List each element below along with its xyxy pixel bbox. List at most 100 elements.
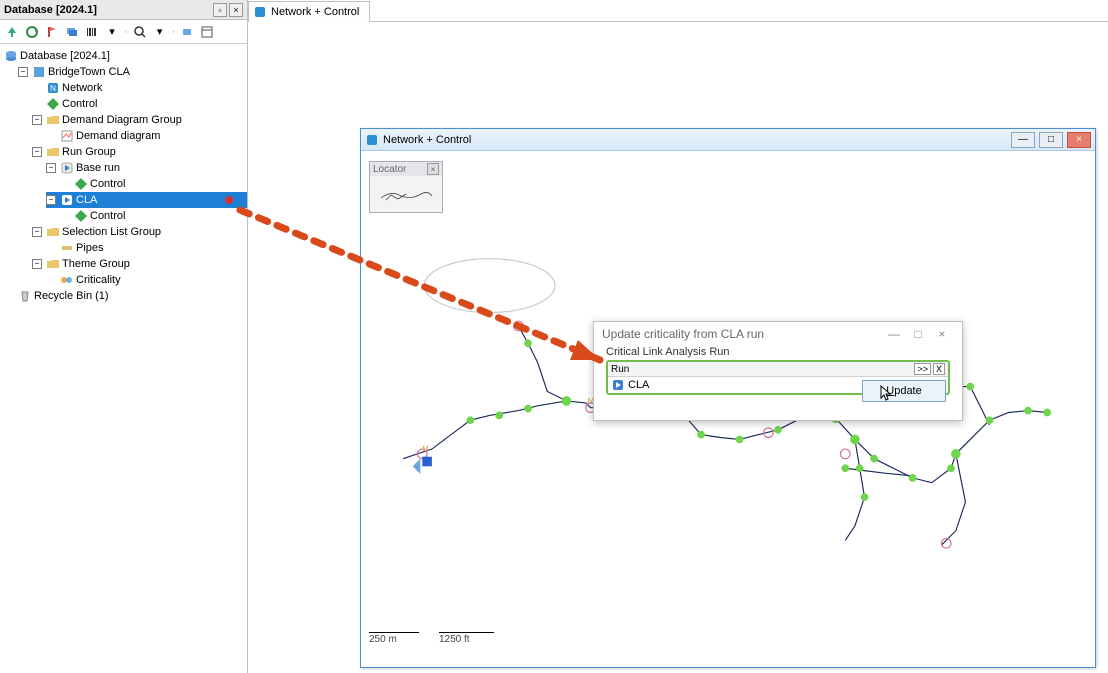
network-control-window: Network + Control — □ × <box>360 128 1096 668</box>
run-box-clear-button[interactable]: X <box>933 363 945 375</box>
update-button[interactable]: Update <box>862 380 946 402</box>
toolbar-barcode-icon[interactable] <box>84 24 100 40</box>
database-tree: Database [2024.1] − BridgeTown CLA N Netw… <box>0 44 247 304</box>
tree-pipes-label: Pipes <box>76 242 104 254</box>
modified-indicator-icon <box>225 196 233 204</box>
run-box-label: Run <box>611 364 629 375</box>
tree-selection-group-label: Selection List Group <box>62 226 161 238</box>
run-icon <box>60 161 74 175</box>
svg-text:M: M <box>422 444 428 453</box>
locator-close-button[interactable]: × <box>427 163 439 175</box>
collapse-toggle[interactable]: − <box>32 227 42 237</box>
cursor-icon <box>880 385 894 403</box>
toolbar-window-icon[interactable] <box>199 24 215 40</box>
database-icon <box>4 49 18 63</box>
tree-network[interactable]: N Network <box>32 80 247 96</box>
folder-icon <box>46 257 60 271</box>
locator-thumbnail[interactable] <box>370 176 442 212</box>
tree-run-group[interactable]: − Run Group <box>32 144 247 160</box>
dialog-titlebar[interactable]: Update criticality from CLA run — □ × <box>594 322 962 346</box>
toolbar-layers-icon[interactable] <box>64 24 80 40</box>
main-area: Network + Control Network + Control — □ … <box>248 0 1108 673</box>
toolbar-up-icon[interactable] <box>4 24 20 40</box>
scale-metric: 250 m <box>369 632 419 645</box>
collapse-toggle[interactable]: − <box>18 67 28 77</box>
dialog-group-label: Critical Link Analysis Run <box>606 346 950 358</box>
network-icon: N <box>46 81 60 95</box>
locator-panel[interactable]: Locator × <box>369 161 443 213</box>
run-item-label: CLA <box>628 379 649 391</box>
tree-cla[interactable]: − CLA <box>46 192 247 208</box>
network-icon <box>365 133 379 147</box>
tree-control2[interactable]: Control <box>60 176 247 192</box>
svg-text:N: N <box>50 84 56 93</box>
toolbar-dropdown2-icon[interactable]: ▾ <box>152 24 168 40</box>
tree-control2-label: Control <box>90 178 125 190</box>
tree-demand-diagram-label: Demand diagram <box>76 130 160 142</box>
run-box-expand-button[interactable]: >> <box>914 363 931 375</box>
tree-pipes[interactable]: Pipes <box>46 240 247 256</box>
main-tab-network-control[interactable]: Network + Control <box>248 1 370 22</box>
scale-imperial: 1250 ft <box>439 632 494 645</box>
collapse-toggle[interactable]: − <box>32 147 42 157</box>
folder-icon <box>46 145 60 159</box>
toolbar-dropdown-icon[interactable]: ▾ <box>104 24 120 40</box>
tree-root-label: Database [2024.1] <box>20 50 110 62</box>
panel-pin-button[interactable]: ▫ <box>213 3 227 17</box>
locator-title: Locator <box>373 164 406 175</box>
database-title: Database [2024.1] <box>4 4 97 16</box>
main-tab-label: Network + Control <box>271 6 359 18</box>
window-titlebar[interactable]: Network + Control — □ × <box>361 129 1095 151</box>
tree-project-label: BridgeTown CLA <box>48 66 130 78</box>
database-toolbar: ▾ · ▾ · <box>0 20 247 44</box>
recycle-icon <box>18 289 32 303</box>
tree-control1[interactable]: Control <box>32 96 247 112</box>
main-tabs: Network + Control <box>248 0 1108 22</box>
window-close-button[interactable]: × <box>1067 132 1091 148</box>
tree-criticality[interactable]: Criticality <box>46 272 247 288</box>
toolbar-refresh-icon[interactable] <box>24 24 40 40</box>
tree-theme-group[interactable]: − Theme Group <box>32 256 247 272</box>
theme-icon <box>60 273 74 287</box>
collapse-toggle[interactable]: − <box>32 115 42 125</box>
tree-recycle-label: Recycle Bin (1) <box>34 290 109 302</box>
tree-root[interactable]: Database [2024.1] <box>4 48 247 64</box>
tree-project[interactable]: − BridgeTown CLA <box>18 64 247 80</box>
tree-demand-group[interactable]: −Demand Diagram Group <box>32 112 247 128</box>
tree-control1-label: Control <box>62 98 97 110</box>
database-header: Database [2024.1] ▫ × <box>0 0 247 20</box>
dialog-minimize-button[interactable]: — <box>882 327 906 341</box>
tree-network-label: Network <box>62 82 102 94</box>
collapse-toggle[interactable]: − <box>46 195 56 205</box>
tree-base-run[interactable]: −Base run <box>46 160 247 176</box>
tree-selection-group[interactable]: − Selection List Group <box>32 224 247 240</box>
database-panel: Database [2024.1] ▫ × ▾ · ▾ · Database [… <box>0 0 248 673</box>
window-minimize-button[interactable]: — <box>1011 132 1035 148</box>
collapse-toggle[interactable]: − <box>46 163 56 173</box>
control-icon <box>74 209 88 223</box>
tree-run-group-label: Run Group <box>62 146 116 158</box>
folder-icon <box>46 113 60 127</box>
dialog-maximize-button[interactable]: □ <box>906 327 930 341</box>
toolbar-layers2-icon[interactable] <box>179 24 195 40</box>
toolbar-flag-icon[interactable] <box>44 24 60 40</box>
network-canvas[interactable]: M M Locator × 250 m 1250 ft <box>361 151 1095 649</box>
run-icon <box>60 193 74 207</box>
tree-recycle[interactable]: Recycle Bin (1) <box>18 288 247 304</box>
collapse-toggle[interactable]: − <box>32 259 42 269</box>
project-icon <box>32 65 46 79</box>
tree-criticality-label: Criticality <box>76 274 121 286</box>
network-icon <box>253 5 267 19</box>
control-icon <box>46 97 60 111</box>
toolbar-search-icon[interactable] <box>132 24 148 40</box>
tree-theme-group-label: Theme Group <box>62 258 130 270</box>
panel-close-button[interactable]: × <box>229 3 243 17</box>
tree-demand-diagram[interactable]: Demand diagram <box>46 128 247 144</box>
dialog-close-button[interactable]: × <box>930 327 954 341</box>
scale-bar: 250 m 1250 ft <box>369 632 494 645</box>
diagram-icon <box>60 129 74 143</box>
window-maximize-button[interactable]: □ <box>1039 132 1063 148</box>
control-icon <box>74 177 88 191</box>
run-icon <box>611 378 625 392</box>
tree-control3[interactable]: Control <box>60 208 247 224</box>
